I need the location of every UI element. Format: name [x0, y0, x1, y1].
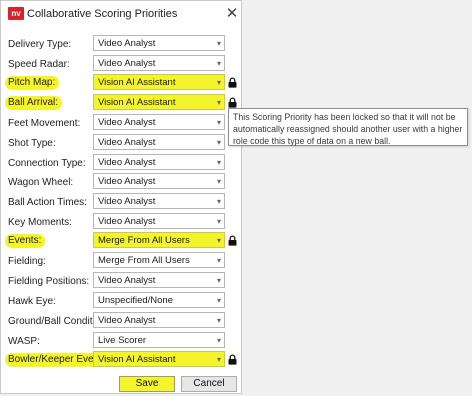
priority-select[interactable]: Live Scorer ▾ — [93, 332, 225, 348]
priority-select-value: Video Analyst — [98, 137, 156, 148]
chevron-down-icon: ▾ — [216, 177, 221, 186]
cancel-button[interactable]: Cancel — [181, 376, 237, 392]
scoring-priorities-dialog: nv Collaborative Scoring Priorities ✕ De… — [0, 0, 242, 394]
priority-select[interactable]: Video Analyst ▾ — [93, 213, 225, 229]
priority-label: Delivery Type: — [8, 39, 72, 50]
title-bar: nv Collaborative Scoring Priorities ✕ — [1, 1, 241, 27]
priority-select-value: Video Analyst — [98, 38, 156, 49]
chevron-down-icon: ▾ — [216, 197, 221, 206]
priority-row: Delivery Type: Video Analyst ▾ — [1, 35, 241, 55]
priority-select-value: Video Analyst — [98, 315, 156, 326]
chevron-down-icon: ▾ — [216, 256, 221, 265]
chevron-down-icon: ▾ — [216, 138, 221, 147]
priority-label: Pitch Map: — [5, 76, 60, 90]
priority-label: Hawk Eye: — [8, 296, 56, 307]
priority-row: WASP: Live Scorer ▾ — [1, 332, 241, 352]
priority-select[interactable]: Video Analyst ▾ — [93, 272, 225, 288]
priority-label: Feet Movement: — [8, 118, 81, 129]
chevron-down-icon: ▾ — [216, 158, 221, 167]
priority-select[interactable]: Vision AI Assistant ▾ — [93, 351, 225, 367]
priority-select[interactable]: Merge From All Users ▾ — [93, 252, 225, 268]
priority-select-value: Vision AI Assistant — [98, 354, 176, 365]
lock-tooltip: This Scoring Priority has been locked so… — [228, 108, 468, 146]
chevron-down-icon: ▾ — [216, 59, 221, 68]
app-logo: nv — [8, 7, 24, 20]
priority-select[interactable]: Video Analyst ▾ — [93, 173, 225, 189]
priority-select[interactable]: Video Analyst ▾ — [93, 114, 225, 130]
priority-select-value: Vision AI Assistant — [98, 77, 176, 88]
priority-select-value: Vision AI Assistant — [98, 97, 176, 108]
priority-select-value: Video Analyst — [98, 275, 156, 286]
lock-icon[interactable] — [228, 235, 237, 246]
priority-label: Ball Arrival: — [5, 96, 63, 110]
save-button[interactable]: Save — [119, 376, 175, 392]
priority-label: Connection Type: — [8, 158, 86, 169]
priority-label: Fielding Positions: — [8, 276, 90, 287]
priority-row: Speed Radar: Video Analyst ▾ — [1, 55, 241, 75]
priority-row: Wagon Wheel: Video Analyst ▾ — [1, 173, 241, 193]
close-icon[interactable]: ✕ — [224, 6, 240, 22]
lock-icon[interactable] — [228, 97, 237, 108]
chevron-down-icon: ▾ — [216, 39, 221, 48]
priority-select[interactable]: Unspecified/None ▾ — [93, 292, 225, 308]
chevron-down-icon: ▾ — [216, 336, 221, 345]
priority-select-value: Video Analyst — [98, 176, 156, 187]
priority-row: Hawk Eye: Unspecified/None ▾ — [1, 292, 241, 312]
priority-select-value: Video Analyst — [98, 58, 156, 69]
priority-label: Events: — [5, 234, 46, 248]
priority-label: Key Moments: — [8, 217, 72, 228]
chevron-down-icon: ▾ — [216, 78, 221, 87]
chevron-down-icon: ▾ — [216, 98, 221, 107]
chevron-down-icon: ▾ — [216, 118, 221, 127]
priority-select-value: Video Analyst — [98, 196, 156, 207]
priority-select[interactable]: Vision AI Assistant ▾ — [93, 74, 225, 90]
priority-select[interactable]: Video Analyst ▾ — [93, 35, 225, 51]
priority-row: Connection Type: Video Analyst ▾ — [1, 154, 241, 174]
priority-row: Events: Merge From All Users ▾ — [1, 232, 241, 252]
priority-select-value: Unspecified/None — [98, 295, 173, 306]
priority-select-value: Merge From All Users — [98, 255, 190, 266]
chevron-down-icon: ▾ — [216, 236, 221, 245]
priority-row: Shot Type: Video Analyst ▾ — [1, 134, 241, 154]
chevron-down-icon: ▾ — [216, 355, 221, 364]
priority-select[interactable]: Video Analyst ▾ — [93, 134, 225, 150]
priority-row: Ball Arrival: Vision AI Assistant ▾ — [1, 94, 241, 114]
priority-label: Shot Type: — [8, 138, 56, 149]
chevron-down-icon: ▾ — [216, 217, 221, 226]
priority-row: Pitch Map: Vision AI Assistant ▾ — [1, 74, 241, 94]
priority-select-value: Video Analyst — [98, 157, 156, 168]
priority-select-value: Video Analyst — [98, 117, 156, 128]
dialog-title: Collaborative Scoring Priorities — [27, 8, 178, 20]
priority-select-value: Video Analyst — [98, 216, 156, 227]
lock-icon[interactable] — [228, 354, 237, 365]
priority-row: Feet Movement: Video Analyst ▾ — [1, 114, 241, 134]
priority-row: Ground/Ball Conditions: Video Analyst ▾ — [1, 312, 241, 332]
priority-select[interactable]: Video Analyst ▾ — [93, 193, 225, 209]
priority-select[interactable]: Video Analyst ▾ — [93, 55, 225, 71]
priority-row: Fielding: Merge From All Users ▾ — [1, 252, 241, 272]
priority-label: Fielding: — [8, 256, 46, 267]
chevron-down-icon: ▾ — [216, 316, 221, 325]
priority-label: WASP: — [8, 336, 40, 347]
chevron-down-icon: ▾ — [216, 296, 221, 305]
priority-select-value: Live Scorer — [98, 335, 147, 346]
priority-label: Ball Action Times: — [8, 197, 87, 208]
priority-select[interactable]: Merge From All Users ▾ — [93, 232, 225, 248]
priority-select[interactable]: Vision AI Assistant ▾ — [93, 94, 225, 110]
priority-select[interactable]: Video Analyst ▾ — [93, 312, 225, 328]
priority-row: Fielding Positions: Video Analyst ▾ — [1, 272, 241, 292]
priority-row: Bowler/Keeper Events: Vision AI Assistant… — [1, 351, 241, 371]
lock-icon[interactable] — [228, 77, 237, 88]
priority-select[interactable]: Video Analyst ▾ — [93, 154, 225, 170]
priority-select-value: Merge From All Users — [98, 235, 190, 246]
priority-label: Wagon Wheel: — [8, 177, 74, 188]
chevron-down-icon: ▾ — [216, 276, 221, 285]
priority-label: Speed Radar: — [8, 59, 70, 70]
priority-row: Key Moments: Video Analyst ▾ — [1, 213, 241, 233]
priority-row: Ball Action Times: Video Analyst ▾ — [1, 193, 241, 213]
